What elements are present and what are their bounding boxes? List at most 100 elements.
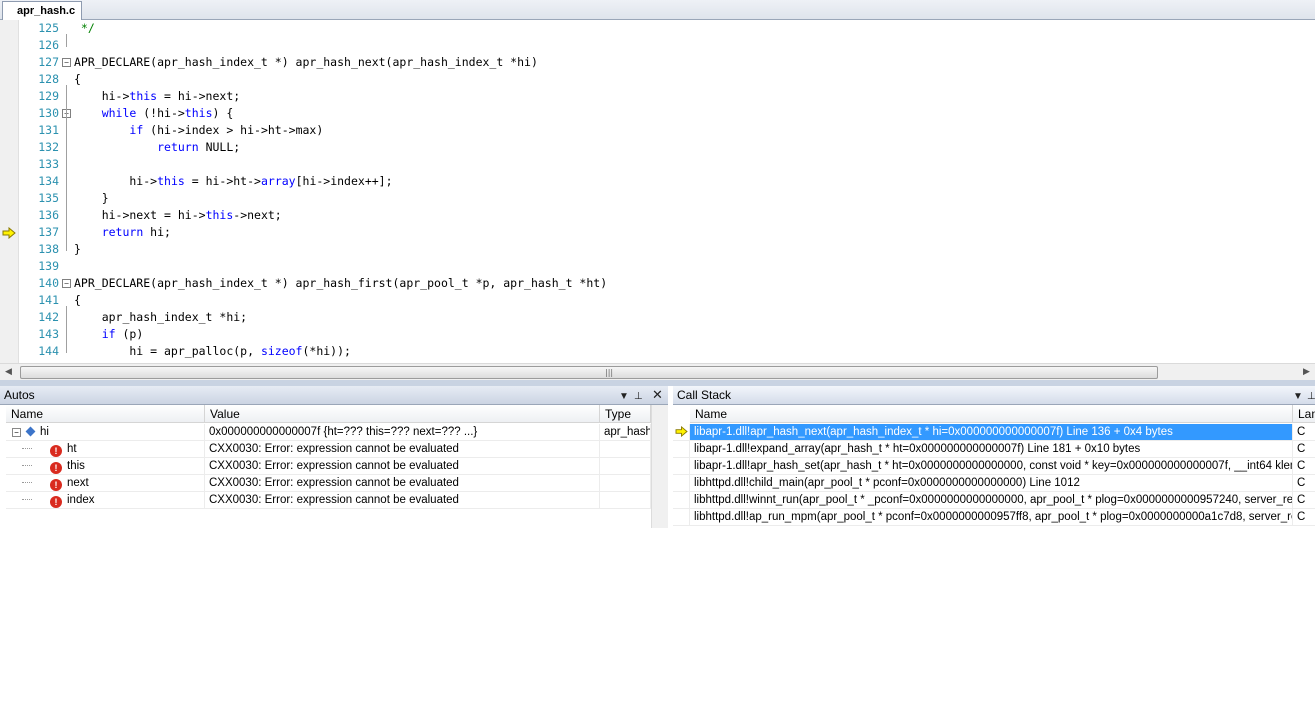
collapse-region-icon[interactable]: − bbox=[62, 58, 71, 67]
code-text: */ bbox=[74, 20, 95, 37]
code-line[interactable]: 136 hi->next = hi->this->next; bbox=[18, 207, 1308, 224]
autos-name-cell[interactable]: − hi bbox=[6, 424, 205, 441]
frame-language: C bbox=[1293, 509, 1315, 526]
keyword-token: sizeof bbox=[260, 344, 303, 358]
autos-name-cell[interactable]: ! next bbox=[6, 475, 205, 492]
autos-value-cell[interactable]: CXX0030: Error: expression cannot be eva… bbox=[205, 492, 600, 509]
call-stack-frame[interactable]: libhttpd.dll!ap_run_mpm(apr_pool_t * pco… bbox=[673, 509, 1315, 526]
code-line[interactable]: 127− APR_DECLARE(apr_hash_index_t *) apr_… bbox=[18, 54, 1308, 71]
pin-icon[interactable]: ⊥ bbox=[1307, 388, 1315, 406]
scroll-left-icon[interactable]: ◀ bbox=[5, 367, 12, 377]
variable-name: hi bbox=[40, 426, 49, 438]
line-number: 143 bbox=[38, 327, 59, 341]
code-token: { bbox=[74, 72, 81, 86]
close-icon[interactable]: ✕ bbox=[652, 386, 663, 404]
variable-name: this bbox=[67, 460, 85, 472]
code-line[interactable]: 138} bbox=[18, 241, 1308, 258]
line-number: 140 bbox=[38, 276, 59, 290]
call-stack-frame[interactable]: libapr-1.dll!expand_array(apr_hash_t * h… bbox=[673, 441, 1315, 458]
tab-apr-hash-c[interactable]: apr_hash.c bbox=[2, 1, 83, 20]
autos-name-cell[interactable]: ! this bbox=[6, 458, 205, 475]
keyword-token: this bbox=[184, 106, 213, 120]
autos-name-cell[interactable]: ! index bbox=[6, 492, 205, 509]
expand-toggle-icon[interactable]: − bbox=[12, 428, 21, 437]
code-line[interactable]: 132 return NULL; bbox=[18, 139, 1308, 156]
frame-language: C bbox=[1293, 424, 1315, 441]
call-stack-frame[interactable]: libapr-1.dll!apr_hash_set(apr_hash_t * h… bbox=[673, 458, 1315, 475]
autos-row[interactable]: ! next CXX0030: Error: expression cannot b… bbox=[0, 475, 668, 492]
code-line[interactable]: 139 bbox=[18, 258, 1308, 275]
code-token: } bbox=[74, 191, 109, 205]
variable-icon bbox=[25, 426, 36, 437]
autos-vertical-scrollbar[interactable] bbox=[651, 405, 668, 528]
frame-name[interactable]: libapr-1.dll!expand_array(apr_hash_t * h… bbox=[690, 441, 1293, 458]
comment-token: */ bbox=[74, 21, 95, 35]
scroll-thumb[interactable]: ||| bbox=[20, 366, 1158, 379]
code-editor[interactable]: 125 */126 127− APR_DECLARE(apr_hash_index_… bbox=[0, 20, 1315, 363]
frame-name[interactable]: libhttpd.dll!ap_run_mpm(apr_pool_t * pco… bbox=[690, 509, 1293, 526]
panel-dropdown-icon[interactable]: ▼ bbox=[619, 388, 629, 406]
code-line[interactable]: 137 return hi; bbox=[18, 224, 1308, 241]
frame-indicator bbox=[673, 509, 690, 526]
frame-name[interactable]: libapr-1.dll!apr_hash_next(apr_hash_inde… bbox=[690, 424, 1293, 441]
panel-dropdown-icon[interactable]: ▼ bbox=[1293, 388, 1303, 406]
code-token: apr_hash_index_t *hi; bbox=[74, 310, 248, 324]
collapse-region-icon[interactable]: − bbox=[62, 279, 71, 288]
breakpoint-margin[interactable] bbox=[0, 20, 19, 363]
code-line[interactable]: 144 hi = apr_palloc(p, sizeof(*hi)); bbox=[18, 343, 1308, 360]
call-stack-frame[interactable]: libhttpd.dll!child_main(apr_pool_t * pco… bbox=[673, 475, 1315, 492]
frame-indicator bbox=[673, 424, 690, 441]
autos-value-cell[interactable]: CXX0030: Error: expression cannot be eva… bbox=[205, 441, 600, 458]
pin-icon[interactable]: ⊥ bbox=[634, 388, 643, 406]
code-line[interactable]: 134 hi->this = hi->ht->array[hi->index++… bbox=[18, 173, 1308, 190]
outline-guide bbox=[66, 34, 67, 47]
autos-name-cell[interactable]: ! ht bbox=[6, 441, 205, 458]
code-line[interactable]: 128 { bbox=[18, 71, 1308, 88]
code-line[interactable]: 143 if (p) bbox=[18, 326, 1308, 343]
code-line[interactable]: 142 apr_hash_index_t *hi; bbox=[18, 309, 1308, 326]
code-line[interactable]: 130− while (!hi->this) { bbox=[18, 105, 1308, 122]
autos-header-value[interactable]: Value bbox=[205, 405, 600, 423]
autos-value-cell[interactable]: CXX0030: Error: expression cannot be eva… bbox=[205, 475, 600, 492]
scroll-right-icon[interactable]: ▶ bbox=[1303, 367, 1310, 377]
frame-name[interactable]: libhttpd.dll!child_main(apr_pool_t * pco… bbox=[690, 475, 1293, 492]
keyword-token: return bbox=[157, 140, 199, 154]
line-number: 127 bbox=[38, 55, 59, 69]
code-line[interactable]: 140− APR_DECLARE(apr_hash_index_t *) apr_… bbox=[18, 275, 1308, 292]
code-line[interactable]: 141 { bbox=[18, 292, 1308, 309]
code-line[interactable]: 129 hi->this = hi->next; bbox=[18, 88, 1308, 105]
autos-value-cell[interactable]: 0x000000000000007f {ht=??? this=??? next… bbox=[205, 424, 600, 441]
autos-row[interactable]: − hi 0x000000000000007f {ht=??? this=??? n… bbox=[0, 424, 668, 441]
autos-panel: Autos ▼ ⊥ ✕ Name Value Type − hi 0x0000000… bbox=[0, 386, 668, 528]
callstack-header-name[interactable]: Name bbox=[690, 405, 1293, 423]
autos-value-cell[interactable]: CXX0030: Error: expression cannot be eva… bbox=[205, 458, 600, 475]
code-line[interactable]: 126 bbox=[18, 37, 1308, 54]
code-line[interactable]: 125 */ bbox=[18, 20, 1308, 37]
autos-row[interactable]: ! index CXX0030: Error: expression cannot … bbox=[0, 492, 668, 509]
autos-header-name[interactable]: Name bbox=[6, 405, 205, 423]
code-line[interactable]: 133 bbox=[18, 156, 1308, 173]
line-number: 133 bbox=[38, 157, 59, 171]
code-text: return hi; bbox=[74, 224, 171, 241]
autos-row[interactable]: ! ht CXX0030: Error: expression cannot be … bbox=[0, 441, 668, 458]
code-line[interactable]: 131 if (hi->index > hi->ht->max) bbox=[18, 122, 1308, 139]
call-stack-frame[interactable]: libhttpd.dll!winnt_run(apr_pool_t * _pco… bbox=[673, 492, 1315, 509]
autos-header-type[interactable]: Type bbox=[600, 405, 651, 423]
keyword-token: while bbox=[101, 106, 137, 120]
editor-horizontal-scrollbar[interactable]: ◀ ||| ▶ bbox=[0, 363, 1315, 380]
keyword-token: if bbox=[101, 327, 116, 341]
call-stack-frame[interactable]: libapr-1.dll!apr_hash_next(apr_hash_inde… bbox=[673, 424, 1315, 441]
autos-row[interactable]: ! this CXX0030: Error: expression cannot b… bbox=[0, 458, 668, 475]
code-token: hi-> bbox=[74, 174, 158, 188]
callstack-header-language[interactable]: Lan bbox=[1293, 405, 1315, 423]
code-line[interactable]: 135 } bbox=[18, 190, 1308, 207]
frame-name[interactable]: libhttpd.dll!winnt_run(apr_pool_t * _pco… bbox=[690, 492, 1293, 509]
code-text: hi = apr_palloc(p, sizeof(*hi)); bbox=[74, 343, 351, 360]
scroll-grip: ||| bbox=[605, 368, 614, 377]
code-token: = hi->next; bbox=[157, 89, 241, 103]
code-text: return NULL; bbox=[74, 139, 240, 156]
keyword-token: array bbox=[260, 174, 296, 188]
code-token: APR_DECLARE(apr_hash_index_t *) apr_hash… bbox=[74, 276, 608, 290]
frame-name[interactable]: libapr-1.dll!apr_hash_set(apr_hash_t * h… bbox=[690, 458, 1293, 475]
